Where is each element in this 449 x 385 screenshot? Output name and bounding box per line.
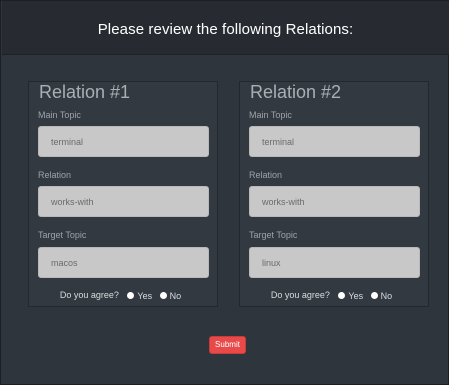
yes-label: Yes [137,290,153,301]
main-topic-label: Main Topic [38,110,81,120]
relation-field[interactable] [249,186,420,217]
yes-radio[interactable] [338,291,346,299]
no-radio[interactable] [159,291,167,299]
no-label: No [169,290,182,301]
agree-question: Do you agree? [270,290,330,300]
target-topic-field[interactable] [38,247,209,278]
no-label: No [380,290,393,301]
main-topic-field[interactable] [249,126,420,157]
no-radio[interactable] [370,291,378,299]
main-topic-label: Main Topic [249,110,292,120]
yes-option[interactable]: Yes [338,291,363,301]
page-header: Please review the following Relations: [2,1,449,55]
submit-button[interactable]: Submit [209,336,246,354]
relation-card-1: Relation #1 Main Topic Relation Target T… [28,81,218,307]
target-topic-label: Target Topic [38,230,87,240]
relation-title: Relation #2 [250,82,342,102]
yes-label: Yes [348,290,364,301]
yes-option[interactable]: Yes [127,291,152,301]
relation-label: Relation [249,170,283,180]
agree-row: Do you agree? Yes No [240,290,428,301]
main-topic-field[interactable] [38,126,209,157]
relation-field[interactable] [38,186,209,217]
no-option[interactable]: No [370,290,393,301]
relation-label: Relation [38,170,72,180]
target-topic-field[interactable] [249,247,420,278]
relation-title: Relation #1 [39,82,131,102]
target-topic-label: Target Topic [249,230,298,240]
page-title: Please review the following Relations: [97,21,354,38]
no-option[interactable]: No [159,290,182,301]
yes-radio[interactable] [127,291,135,299]
review-page: Please review the following Relations: R… [0,0,449,385]
agree-row: Do you agree? Yes No [29,290,217,301]
relation-card-2: Relation #2 Main Topic Relation Target T… [239,81,429,307]
agree-question: Do you agree? [59,290,119,300]
